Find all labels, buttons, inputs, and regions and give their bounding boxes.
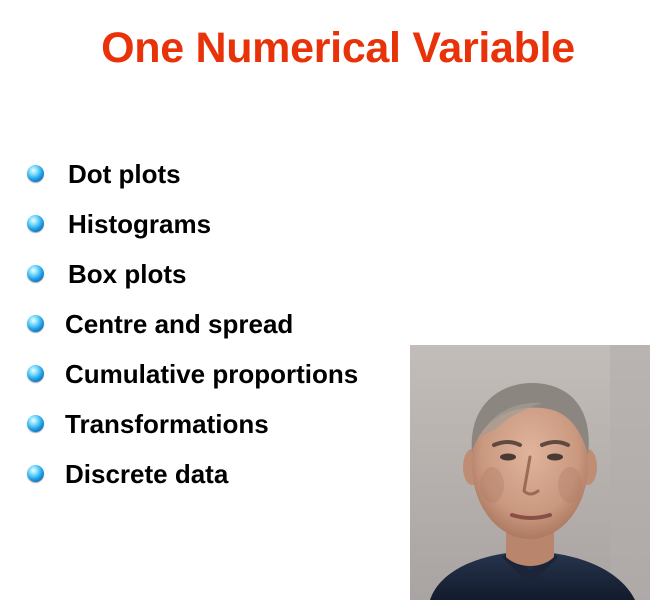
bullet-icon (27, 265, 44, 282)
list-item-label: Transformations (65, 409, 269, 439)
bullet-icon (27, 465, 44, 482)
list-item-label: Cumulative proportions (65, 359, 359, 389)
presenter-photo (410, 345, 650, 600)
bullet-icon (27, 365, 44, 382)
list-item-label: Box plots (68, 259, 187, 289)
list-item-label: Dot plots (68, 159, 181, 189)
bullet-icon (27, 215, 44, 232)
list-item-label: Histograms (68, 209, 212, 239)
bullet-icon (27, 165, 44, 182)
list-item-label: Discrete data (65, 459, 229, 489)
bullet-icon (27, 415, 44, 432)
bullet-icon (27, 315, 44, 332)
list-item-label: Centre and spread (65, 309, 294, 339)
